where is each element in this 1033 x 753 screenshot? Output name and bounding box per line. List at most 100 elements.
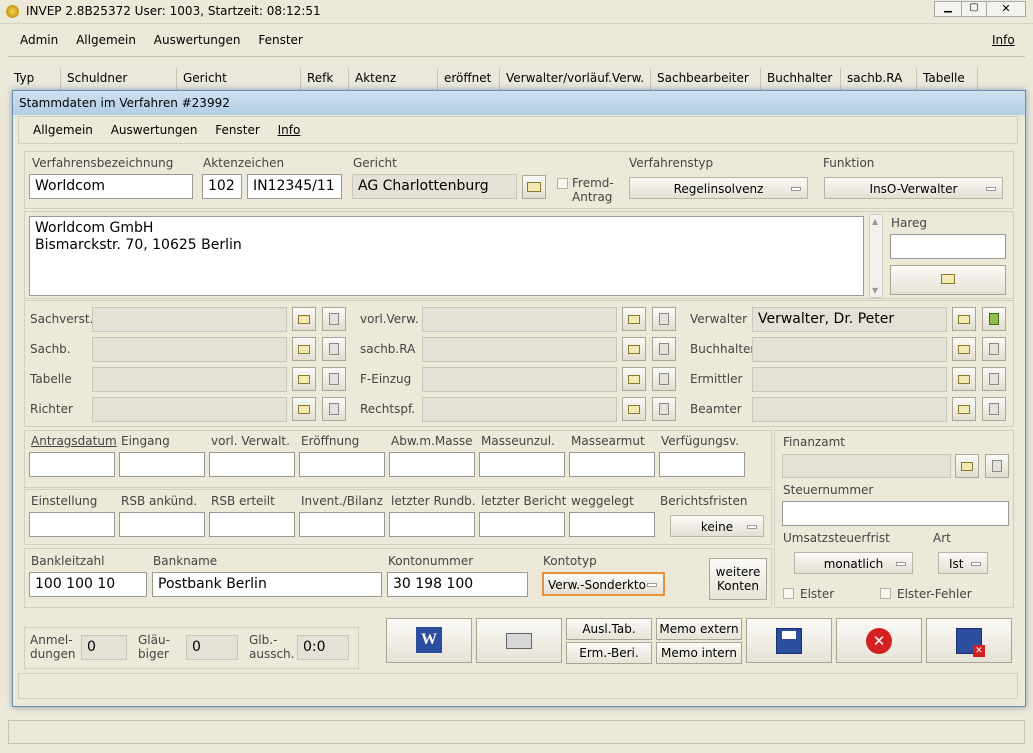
- funktion-select[interactable]: InsO-Verwalter: [824, 177, 1003, 199]
- tabelle-select-icon[interactable]: [292, 367, 316, 391]
- menu-admin[interactable]: Admin: [20, 33, 58, 47]
- f-einzug-delete-icon[interactable]: [652, 367, 676, 391]
- col-aktenz[interactable]: Aktenz: [349, 68, 438, 90]
- date1-5-field[interactable]: [479, 452, 565, 477]
- dialog-menu-auswertungen[interactable]: Auswertungen: [111, 123, 198, 137]
- sachb-ra-field[interactable]: [422, 337, 617, 362]
- address-scrollbar[interactable]: ▲ ▼: [869, 214, 883, 298]
- tabelle-delete-icon[interactable]: [322, 367, 346, 391]
- date2-4-field[interactable]: [389, 512, 475, 537]
- menu-auswertungen[interactable]: Auswertungen: [154, 33, 241, 47]
- col-schuldner[interactable]: Schuldner: [61, 68, 177, 90]
- rechtspf-field[interactable]: [422, 397, 617, 422]
- aktenzeichen-field[interactable]: IN12345/11: [247, 174, 342, 199]
- beamter-select-icon[interactable]: [952, 397, 976, 421]
- date1-2-field[interactable]: [209, 452, 295, 477]
- f-einzug-select-icon[interactable]: [622, 367, 646, 391]
- sachb-delete-icon[interactable]: [322, 337, 346, 361]
- memo-extern-button[interactable]: Memo extern: [656, 618, 742, 640]
- minimize-button[interactable]: ▁: [934, 1, 962, 17]
- menu-fenster[interactable]: Fenster: [258, 33, 303, 47]
- elster-checkbox[interactable]: [783, 588, 794, 599]
- ust-frist-select[interactable]: monatlich: [794, 552, 913, 574]
- verwalter-delete-icon[interactable]: [982, 307, 1006, 331]
- buchhalter-field[interactable]: [752, 337, 947, 362]
- erm-beri-button[interactable]: Erm.-Beri.: [566, 642, 652, 664]
- scan-button[interactable]: [476, 618, 562, 663]
- finanzamt-select-icon[interactable]: [955, 454, 979, 478]
- steuernummer-field[interactable]: [782, 501, 1009, 526]
- richter-delete-icon[interactable]: [322, 397, 346, 421]
- sachb-ra-select-icon[interactable]: [622, 337, 646, 361]
- berichtsfristen-select[interactable]: keine: [670, 515, 764, 537]
- dialog-menu-allgemein[interactable]: Allgemein: [33, 123, 93, 137]
- date1-6-field[interactable]: [569, 452, 655, 477]
- tabelle-field[interactable]: [92, 367, 287, 392]
- dialog-menu-fenster[interactable]: Fenster: [215, 123, 260, 137]
- sachb-field[interactable]: [92, 337, 287, 362]
- cancel-button[interactable]: ✕: [836, 618, 922, 663]
- word-button[interactable]: W: [386, 618, 472, 663]
- date2-3-field[interactable]: [299, 512, 385, 537]
- date1-1-field[interactable]: [119, 452, 205, 477]
- fremd-antrag-checkbox[interactable]: [557, 178, 568, 189]
- blz-field[interactable]: 100 100 10: [29, 572, 147, 597]
- date2-1-field[interactable]: [119, 512, 205, 537]
- vorl-verw-select-icon[interactable]: [622, 307, 646, 331]
- col-eroeffnet[interactable]: eröffnet: [438, 68, 500, 90]
- date1-0-field[interactable]: [29, 452, 115, 477]
- sachverst-delete-icon[interactable]: [322, 307, 346, 331]
- konto-field[interactable]: 30 198 100: [387, 572, 528, 597]
- bankname-field[interactable]: Postbank Berlin: [152, 572, 382, 597]
- menu-allgemein[interactable]: Allgemein: [76, 33, 136, 47]
- gericht-edit-icon[interactable]: [522, 175, 546, 199]
- maximize-button[interactable]: ▢: [961, 1, 987, 17]
- verwalter-field[interactable]: Verwalter, Dr. Peter: [752, 307, 947, 332]
- aktenzeichen-nr-field[interactable]: 102: [202, 174, 242, 199]
- gericht-field[interactable]: AG Charlottenburg: [352, 174, 517, 199]
- col-typ[interactable]: Typ: [8, 68, 61, 90]
- vorl-verw-field[interactable]: [422, 307, 617, 332]
- date2-5-field[interactable]: [479, 512, 565, 537]
- beamter-field[interactable]: [752, 397, 947, 422]
- memo-intern-button[interactable]: Memo intern: [656, 642, 742, 664]
- hareg-edit-button[interactable]: [890, 265, 1006, 295]
- rechtspf-delete-icon[interactable]: [652, 397, 676, 421]
- date2-2-field[interactable]: [209, 512, 295, 537]
- ermittler-select-icon[interactable]: [952, 367, 976, 391]
- col-gericht[interactable]: Gericht: [177, 68, 301, 90]
- art-select[interactable]: Ist: [938, 552, 988, 574]
- date1-3-field[interactable]: [299, 452, 385, 477]
- close-button[interactable]: ✕: [986, 1, 1026, 17]
- finanzamt-delete-icon[interactable]: [985, 454, 1009, 478]
- verwalter-select-icon[interactable]: [952, 307, 976, 331]
- date1-7-field[interactable]: [659, 452, 745, 477]
- richter-select-icon[interactable]: [292, 397, 316, 421]
- dialog-menu-info[interactable]: Info: [278, 123, 301, 137]
- hareg-field[interactable]: [890, 234, 1006, 259]
- col-tabelle[interactable]: Tabelle: [917, 68, 978, 90]
- col-sachb-ra[interactable]: sachb.RA: [841, 68, 917, 90]
- buchhalter-select-icon[interactable]: [952, 337, 976, 361]
- ermittler-delete-icon[interactable]: [982, 367, 1006, 391]
- vorl-verw-delete-icon[interactable]: [652, 307, 676, 331]
- kontotyp-select[interactable]: Verw.-Sonderkto: [542, 572, 665, 596]
- beamter-delete-icon[interactable]: [982, 397, 1006, 421]
- col-refk[interactable]: Refk: [301, 68, 349, 90]
- rechtspf-select-icon[interactable]: [622, 397, 646, 421]
- elster-fehler-checkbox[interactable]: [880, 588, 891, 599]
- sachverst-select-icon[interactable]: [292, 307, 316, 331]
- weitere-konten-button[interactable]: weitere Konten: [709, 558, 767, 600]
- col-buchhalter[interactable]: Buchhalter: [761, 68, 841, 90]
- menu-info[interactable]: Info: [992, 33, 1015, 47]
- verfahrensbezeichnung-field[interactable]: Worldcom: [29, 174, 193, 199]
- date2-6-field[interactable]: [569, 512, 655, 537]
- ermittler-field[interactable]: [752, 367, 947, 392]
- col-sachbearbeiter[interactable]: Sachbearbeiter: [651, 68, 761, 90]
- f-einzug-field[interactable]: [422, 367, 617, 392]
- finanzamt-field[interactable]: [782, 454, 951, 478]
- sachverst-field[interactable]: [92, 307, 287, 332]
- save-close-button[interactable]: ✕: [926, 618, 1012, 663]
- col-verwalter[interactable]: Verwalter/vorläuf.Verw.: [500, 68, 651, 90]
- address-textarea[interactable]: Worldcom GmbH Bismarckstr. 70, 10625 Ber…: [29, 216, 864, 296]
